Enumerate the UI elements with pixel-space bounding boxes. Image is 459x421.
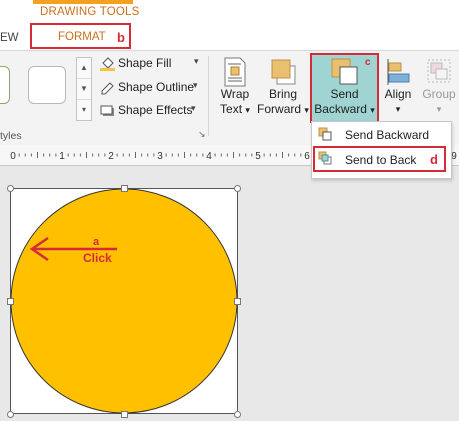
group-icon	[427, 59, 451, 83]
chevron-down-icon: ▾	[191, 103, 196, 113]
menu-item-send-backward[interactable]: Send Backward	[314, 125, 448, 145]
circle-fill[interactable]	[10, 188, 238, 414]
chevron-down-icon: ▾	[194, 56, 199, 66]
scroll-down-icon[interactable]: ▼	[77, 79, 91, 100]
chevron-down-icon: ▾	[436, 104, 442, 114]
resize-handle-bottom[interactable]	[121, 411, 128, 418]
group-button[interactable]: Group ▾	[420, 57, 458, 125]
align-icon	[387, 59, 410, 85]
annotation-click: Click	[83, 251, 112, 265]
chevron-down-icon: ▾	[395, 104, 401, 114]
send-backward-label-2-text: Backward	[314, 102, 367, 116]
menu-item-label: Send Backward	[345, 128, 430, 142]
ruler-label: 3	[157, 151, 163, 162]
resize-handle-top-right[interactable]	[234, 185, 241, 192]
wrap-text-label-1: Wrap	[220, 87, 250, 101]
ruler-label: 0	[10, 151, 16, 162]
wrap-text-icon	[224, 57, 246, 87]
align-label: Align	[384, 87, 412, 101]
shape-fill-label: Shape Fill	[118, 56, 172, 70]
shape-effects-label: Shape Effects	[118, 103, 193, 117]
send-backward-label-1: Send	[330, 87, 359, 101]
menu-item-send-to-back[interactable]: Send to Back	[313, 146, 446, 172]
ruler-label: 6	[304, 151, 310, 162]
gallery-more-icon[interactable]: ▾	[77, 100, 91, 120]
chevron-down-icon: ▾	[193, 80, 198, 90]
menu-item-label: Send to Back	[345, 153, 417, 167]
drawing-tools-accent	[33, 0, 133, 4]
annotation-b: b	[117, 30, 125, 45]
resize-handle-top[interactable]	[121, 185, 128, 192]
annotation-a: a	[93, 236, 100, 248]
scroll-up-icon[interactable]: ▲	[77, 58, 91, 79]
align-button[interactable]: Align ▾	[380, 57, 416, 125]
annotation-d: d	[430, 152, 438, 167]
bring-forward-button[interactable]: Bring Forward ▾	[257, 57, 309, 125]
bring-forward-label-2: Forward ▾	[257, 102, 309, 118]
bring-forward-label-2-text: Forward	[257, 102, 302, 116]
group-label: Group	[422, 87, 456, 101]
shape-effects-icon	[100, 105, 114, 116]
resize-handle-right[interactable]	[234, 298, 241, 305]
send-backward-label-2: Backward ▾	[312, 102, 377, 118]
chevron-down-icon: ▾	[370, 105, 375, 115]
circle-shape[interactable]	[10, 188, 238, 414]
ruler-label: 2	[108, 151, 114, 162]
ruler-label: 1	[59, 151, 65, 162]
ruler-label: 4	[206, 151, 212, 162]
resize-handle-top-left[interactable]	[7, 185, 14, 192]
send-backward-small-icon	[318, 127, 332, 141]
annotation-c: c	[365, 57, 371, 68]
wrap-text-label-2-text: Text	[220, 102, 243, 116]
shape-outline-label: Shape Outline	[118, 80, 195, 94]
resize-handle-bottom-right[interactable]	[234, 411, 241, 418]
shape-styles-group-label: tyles	[0, 130, 22, 142]
drawing-tools-label: DRAWING TOOLS	[40, 6, 140, 18]
send-backward-icon	[331, 58, 357, 85]
tab-format-label: FORMAT	[58, 31, 106, 43]
wrap-text-label-2: Text ▾	[214, 102, 256, 118]
dialog-launcher-icon[interactable]: ↘	[198, 129, 206, 140]
send-to-back-small-icon	[318, 151, 332, 165]
shape-style-swatch[interactable]	[28, 66, 66, 104]
ruler-label: 5	[255, 151, 261, 162]
gallery-scroll[interactable]: ▲ ▼ ▾	[76, 57, 92, 121]
resize-handle-left[interactable]	[7, 298, 14, 305]
paint-bucket-icon	[100, 57, 115, 71]
pen-icon	[101, 82, 114, 95]
bring-forward-icon	[271, 59, 296, 85]
tab-view[interactable]: EW	[0, 32, 19, 44]
chevron-down-icon: ▾	[245, 105, 250, 115]
wrap-text-button[interactable]: Wrap Text ▾	[214, 57, 256, 125]
ruler-label: 9	[451, 151, 457, 162]
bring-forward-label-1: Bring	[268, 87, 297, 101]
shape-style-swatch[interactable]	[0, 66, 10, 104]
ribbon-separator	[208, 56, 209, 136]
resize-handle-bottom-left[interactable]	[7, 411, 14, 418]
chevron-down-icon: ▾	[304, 105, 309, 115]
